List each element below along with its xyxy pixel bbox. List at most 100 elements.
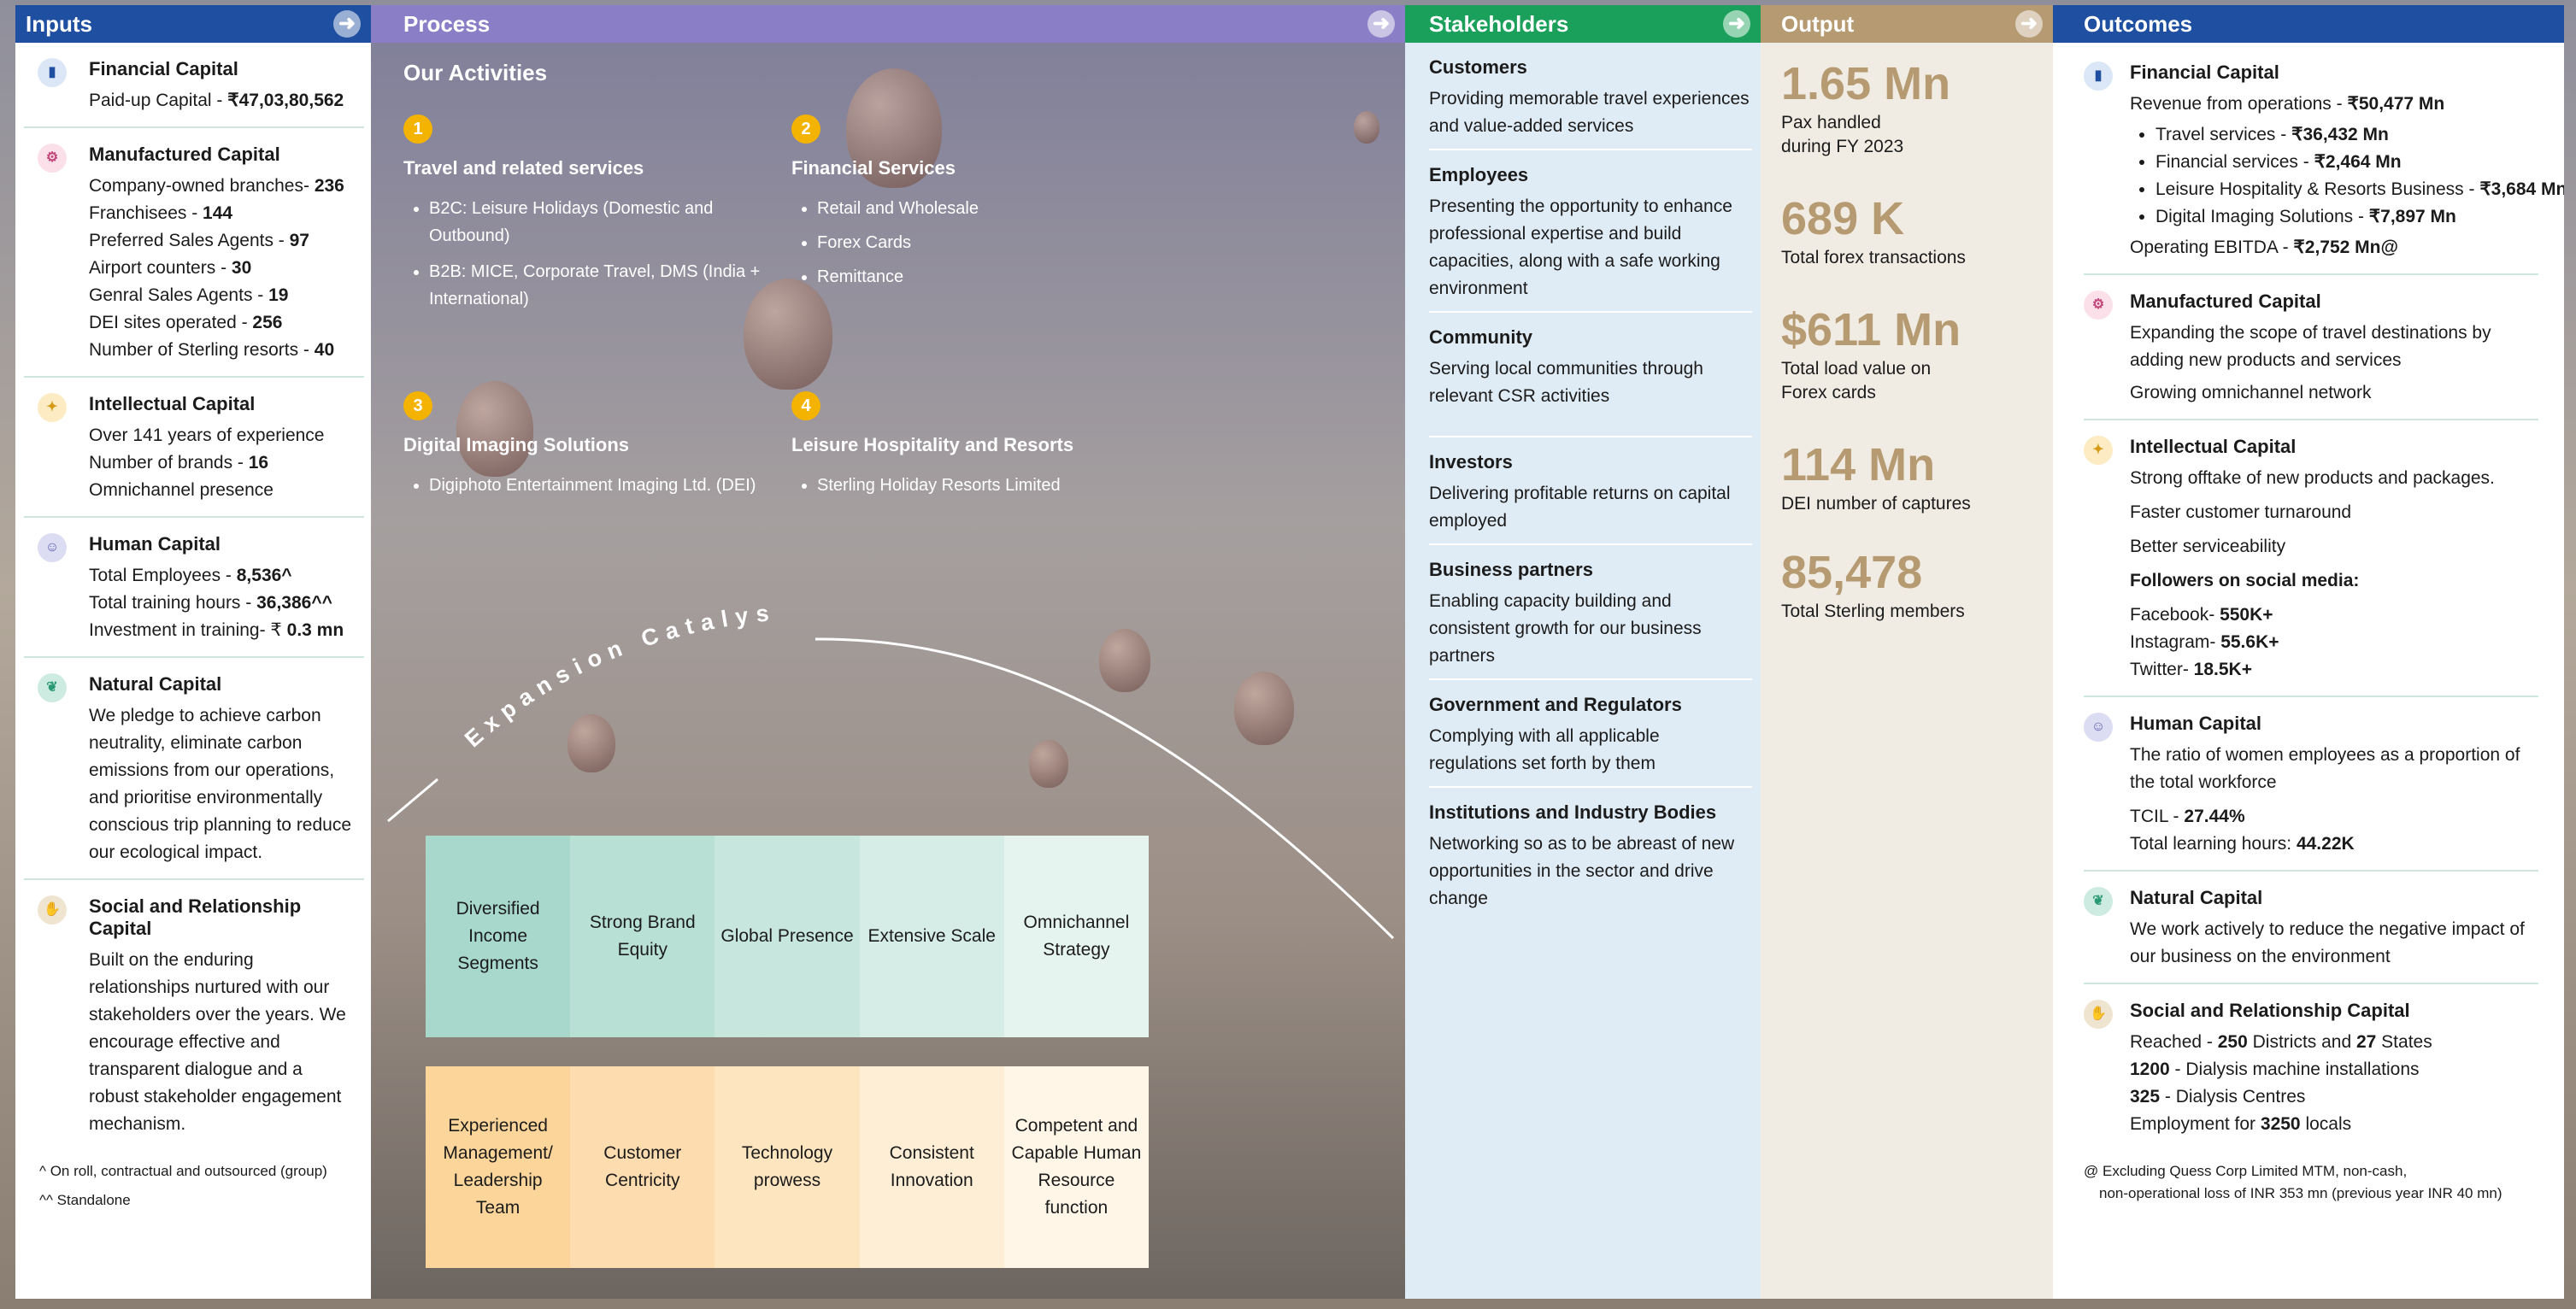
catalyst-cell: Omnichannel Strategy <box>1003 836 1150 1037</box>
inputs-footnotes: ^ On roll, contractual and outsourced (g… <box>15 1150 371 1215</box>
section-title: Social and Relationship Capital <box>2130 1000 2410 1021</box>
stakeholder-text: Presenting the opportunity to enhance pr… <box>1429 197 1732 298</box>
output-item: $611 Mn Total load value on Forex cards <box>1761 302 2053 405</box>
lightbulb-icon: ✦ <box>38 393 67 422</box>
line-text: Travel services - <box>2155 125 2292 144</box>
line-text: Strong offtake of new products and packa… <box>2130 468 2495 488</box>
line-value: ₹2,752 Mn@ <box>2293 238 2398 257</box>
line-value: 8,536^ <box>236 566 292 585</box>
stakeholder-text: Complying with all applicable regulation… <box>1429 726 1660 773</box>
outcome-manufactured-capital: ⚙ Manufactured Capital Expanding the sco… <box>2084 275 2538 420</box>
activity-title: Leisure Hospitality and Resorts <box>791 434 1074 455</box>
list-item: Digital Imaging Solutions - ₹7,897 Mn <box>2155 203 2538 231</box>
catalysts-row-1: Diversified Income Segments Strong Brand… <box>426 836 1150 1037</box>
stakeholder-text: Serving local communities through releva… <box>1429 359 1703 406</box>
line-text: Digital Imaging Solutions - <box>2155 207 2369 226</box>
catalyst-cell: Consistent Innovation <box>859 1066 1004 1268</box>
line-text: Reached - <box>2130 1032 2218 1052</box>
activity-2: 2 Financial Services Retail and Wholesal… <box>791 114 1133 291</box>
line-text: Total Employees - <box>89 566 237 585</box>
line-text: The ratio of women employees as a propor… <box>2130 745 2520 792</box>
catalyst-cell: Global Presence <box>715 836 860 1037</box>
stakeholder-community: Community Serving local communities thro… <box>1429 313 1752 437</box>
line-value: ₹47,03,80,562 <box>227 91 344 110</box>
catalyst-cell: Technology prowess <box>715 1066 860 1268</box>
activity-title: Travel and related services <box>403 157 644 179</box>
input-financial-capital: ▮ Financial Capital Paid-up Capital - ₹4… <box>24 43 364 128</box>
output-value: $611 Mn <box>1781 304 1961 355</box>
section-text: We pledge to achieve carbon neutrality, … <box>89 706 352 862</box>
line-text: Revenue from operations - <box>2130 94 2348 114</box>
output-item: 85,478 Total Sterling members <box>1761 545 2053 624</box>
number-badge: 4 <box>791 391 820 420</box>
input-human-capital: ☺ Human Capital Total Employees - 8,536^… <box>24 518 364 658</box>
chart-icon: ▮ <box>38 58 67 87</box>
line-text: States <box>2376 1032 2432 1052</box>
arrow-right-icon[interactable]: ➜ <box>1723 10 1750 38</box>
line-text: - Dialysis machine installations <box>2169 1060 2420 1079</box>
line-text: Financial services - <box>2155 152 2314 172</box>
stakeholder-institutions: Institutions and Industry Bodies Network… <box>1429 788 1752 921</box>
process-column: Process ➜ Our Activities 1 Travel and re… <box>371 5 1405 1299</box>
outcome-natural-capital: ❦ Natural Capital We work actively to re… <box>2084 872 2538 984</box>
factory-icon: ⚙ <box>38 144 67 173</box>
output-value: 689 K <box>1781 193 1905 244</box>
catalyst-cell: Competent and Capable Human Resource fun… <box>1003 1066 1150 1268</box>
stakeholder-text: Delivering profitable returns on capital… <box>1429 484 1731 531</box>
line-text: TCIL - <box>2130 807 2185 826</box>
line-text: Total learning hours: <box>2130 834 2297 854</box>
handshake-icon: ✋ <box>38 895 67 925</box>
stakeholders-column: Stakeholders ➜ Customers Providing memor… <box>1405 5 1761 1299</box>
catalysts-row-2: Experienced Management/ Leadership Team … <box>426 1066 1150 1268</box>
line-text: Twitter- <box>2130 660 2194 679</box>
footnote: non-operational loss of INR 353 mn (prev… <box>2099 1185 2502 1201</box>
balloon-image <box>1354 111 1379 144</box>
line-value: 30 <box>231 258 252 278</box>
activity-title: Financial Services <box>791 157 956 179</box>
output-label: Total load value on Forex cards <box>1781 359 1932 402</box>
leaf-icon: ❦ <box>38 673 67 702</box>
activity-item: Remittance <box>817 263 1133 291</box>
outcomes-header: Outcomes <box>2053 5 2564 43</box>
outcome-financial-capital: ▮ Financial Capital Revenue from operati… <box>2084 43 2564 275</box>
section-title: Intellectual Capital <box>89 393 256 414</box>
line-text: Paid-up Capital - <box>89 91 228 110</box>
footnote: ^^ Standalone <box>39 1192 131 1208</box>
stakeholders-header: Stakeholders ➜ <box>1405 5 1761 43</box>
arrow-right-icon[interactable]: ➜ <box>2015 10 2043 38</box>
stakeholder-business-partners: Business partners Enabling capacity buil… <box>1429 545 1752 680</box>
line-value: ₹3,684 Mn <box>2479 179 2564 199</box>
outcomes-title: Outcomes <box>2084 10 2193 37</box>
chart-icon: ▮ <box>2084 62 2113 91</box>
activity-item: Forex Cards <box>817 229 1133 256</box>
catalyst-cell: Experienced Management/ Leadership Team <box>426 1066 571 1268</box>
activity-item: Sterling Holiday Resorts Limited <box>817 472 1133 499</box>
section-title: Natural Capital <box>2130 887 2263 908</box>
activity-3: 3 Digital Imaging Solutions Digiphoto En… <box>403 391 762 508</box>
output-value: 114 Mn <box>1781 439 1936 490</box>
number-badge: 2 <box>791 114 820 144</box>
footnote: ^ On roll, contractual and outsourced (g… <box>39 1163 327 1179</box>
line-value: 55.6K+ <box>2220 632 2279 652</box>
process-title: Process <box>403 10 491 37</box>
line-value: 256 <box>252 313 283 332</box>
section-title: Natural Capital <box>89 673 222 695</box>
number-badge: 1 <box>403 114 432 144</box>
section-title: Intellectual Capital <box>2130 436 2297 457</box>
line-text: Districts and <box>2247 1032 2356 1052</box>
arrow-right-icon[interactable]: ➜ <box>1367 10 1395 38</box>
output-item: 114 Mn DEI number of captures <box>1761 437 2053 516</box>
line-text: Airport counters - <box>89 258 232 278</box>
line-value: 40 <box>314 340 335 360</box>
arrow-right-icon[interactable]: ➜ <box>333 10 361 38</box>
factory-icon: ⚙ <box>2084 291 2113 320</box>
social-media-title: Followers on social media: <box>2130 571 2360 590</box>
catalyst-cell: Strong Brand Equity <box>570 836 715 1037</box>
stakeholder-title: Business partners <box>1429 559 1593 580</box>
number-badge: 3 <box>403 391 432 420</box>
output-column: Output ➜ 1.65 Mn Pax handled during FY 2… <box>1761 5 2053 1299</box>
activities-title: Our Activities <box>403 60 548 85</box>
line-text: Omnichannel presence <box>89 480 273 500</box>
inputs-header: Inputs ➜ <box>15 5 371 43</box>
line-text: Company-owned branches- <box>89 176 315 196</box>
